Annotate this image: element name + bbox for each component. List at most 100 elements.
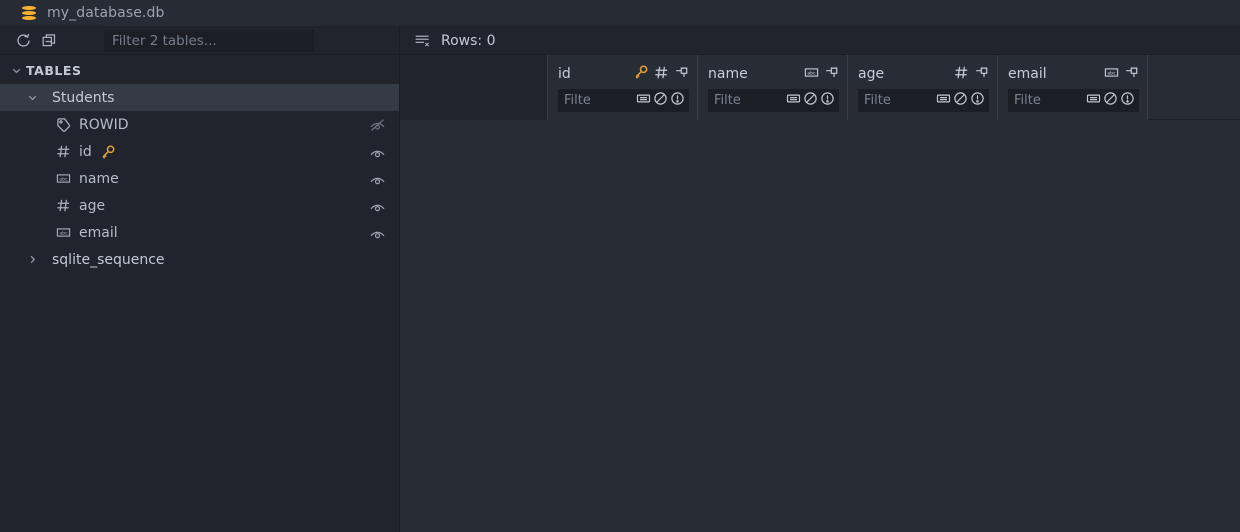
chevron-down-icon[interactable]	[6, 65, 26, 76]
number-hash-icon	[654, 65, 669, 84]
not-allowed-icon[interactable]	[803, 91, 818, 110]
eye-icon[interactable]	[369, 197, 386, 214]
column-name-label: id	[558, 66, 571, 82]
sidebar-toolbar	[0, 27, 399, 55]
database-icon	[22, 5, 36, 21]
window-title: my_database.db	[47, 5, 165, 21]
pin-icon[interactable]	[974, 65, 989, 84]
schema-sidebar: TABLES Students	[0, 27, 400, 532]
clear-rows-icon[interactable]	[414, 32, 431, 49]
grid-header-row: id Filte name abc Filte age Filte email …	[400, 55, 1240, 120]
column-filter-age[interactable]: Filte	[858, 89, 989, 112]
row-number-gutter-header	[400, 55, 548, 120]
rowid-tag-icon	[52, 116, 74, 134]
exclamation-icon[interactable]	[820, 91, 835, 110]
eye-icon[interactable]	[369, 143, 386, 160]
sidebar-item-label: sqlite_sequence	[52, 251, 165, 268]
text-abc-icon: abc	[52, 224, 74, 242]
sidebar-item-sqlite-sequence[interactable]: sqlite_sequence	[0, 246, 399, 273]
key-icon	[100, 144, 116, 160]
row-count-label: Rows: 0	[441, 32, 496, 49]
title-bar: my_database.db	[0, 0, 1240, 27]
svg-text:abc: abc	[807, 70, 816, 76]
number-hash-icon	[954, 65, 969, 84]
table-filter-input[interactable]	[104, 29, 314, 52]
equals-icon[interactable]	[1086, 91, 1101, 110]
filter-placeholder: Filte	[564, 93, 591, 108]
not-allowed-icon[interactable]	[653, 91, 668, 110]
number-hash-icon	[52, 197, 74, 215]
sidebar-column-rowid[interactable]: ROWID	[0, 111, 399, 138]
sidebar-column-age[interactable]: age	[0, 192, 399, 219]
text-abc-icon: abc	[804, 65, 819, 84]
data-grid: id Filte name abc Filte age Filte email …	[400, 55, 1240, 532]
not-allowed-icon[interactable]	[1103, 91, 1118, 110]
exclamation-icon[interactable]	[1120, 91, 1135, 110]
chevron-down-icon[interactable]	[22, 92, 42, 103]
text-abc-icon: abc	[52, 170, 74, 188]
filter-placeholder: Filte	[864, 93, 891, 108]
not-allowed-icon[interactable]	[953, 91, 968, 110]
empty-rows-area	[400, 121, 1240, 532]
text-abc-icon: abc	[1104, 65, 1119, 84]
column-header-top: age	[858, 62, 989, 86]
column-header-top: name abc	[708, 62, 839, 86]
main-body: TABLES Students	[0, 27, 1240, 532]
eye-off-icon[interactable]	[369, 116, 386, 133]
filter-icons	[786, 91, 835, 110]
column-header-id[interactable]: id Filte	[548, 55, 698, 120]
sidebar-column-label: ROWID	[79, 116, 129, 133]
pin-icon[interactable]	[824, 65, 839, 84]
filter-icons	[636, 91, 685, 110]
sidebar-column-label: id	[79, 143, 92, 160]
equals-icon[interactable]	[936, 91, 951, 110]
svg-text:abc: abc	[59, 176, 68, 182]
sidebar-column-label: email	[79, 224, 118, 241]
refresh-button[interactable]	[10, 30, 36, 52]
column-name-label: name	[708, 66, 748, 82]
column-filter-name[interactable]: Filte	[708, 89, 839, 112]
sidebar-item-students[interactable]: Students	[0, 84, 399, 111]
sidebar-column-label: name	[79, 170, 119, 187]
sidebar-group-tables[interactable]: TABLES	[0, 57, 399, 84]
sidebar-column-label: age	[79, 197, 106, 214]
column-header-top: email abc	[1008, 62, 1139, 86]
column-header-age[interactable]: age Filte	[848, 55, 998, 120]
column-header-name[interactable]: name abc Filte	[698, 55, 848, 120]
svg-text:abc: abc	[59, 230, 68, 236]
schema-tree: TABLES Students ROWID id abc name age ab…	[0, 55, 399, 532]
column-header-top: id	[558, 62, 689, 86]
equals-icon[interactable]	[636, 91, 651, 110]
column-name-label: email	[1008, 66, 1047, 82]
filter-placeholder: Filte	[714, 93, 741, 108]
eye-icon[interactable]	[369, 170, 386, 187]
exclamation-icon[interactable]	[670, 91, 685, 110]
key-icon	[633, 64, 649, 84]
column-header-icons	[633, 64, 689, 84]
column-filter-email[interactable]: Filte	[1008, 89, 1139, 112]
column-header-icons: abc	[1104, 65, 1139, 84]
filter-placeholder: Filte	[1014, 93, 1041, 108]
sidebar-column-id[interactable]: id	[0, 138, 399, 165]
equals-icon[interactable]	[786, 91, 801, 110]
column-header-icons	[954, 65, 989, 84]
filter-icons	[936, 91, 985, 110]
eye-icon[interactable]	[369, 224, 386, 241]
sqlite-browser-window: my_database.db Filter 2 tables... TABLES…	[0, 0, 1240, 532]
sidebar-column-name[interactable]: abc name	[0, 165, 399, 192]
chevron-right-icon[interactable]	[22, 254, 42, 265]
column-header-email[interactable]: email abc Filte	[998, 55, 1148, 120]
refresh-icon	[15, 32, 32, 49]
column-header-icons: abc	[804, 65, 839, 84]
sidebar-column-email[interactable]: abc email	[0, 219, 399, 246]
exclamation-icon[interactable]	[970, 91, 985, 110]
collapse-all-button[interactable]	[36, 30, 62, 52]
column-filter-id[interactable]: Filte	[558, 89, 689, 112]
data-grid-panel: Rows: 0 id Filte name abc Filte age Filt…	[400, 27, 1240, 532]
number-hash-icon	[52, 143, 74, 161]
pin-icon[interactable]	[674, 65, 689, 84]
sidebar-item-label: Students	[52, 89, 115, 106]
pin-icon[interactable]	[1124, 65, 1139, 84]
svg-text:abc: abc	[1107, 70, 1116, 76]
column-name-label: age	[858, 66, 885, 82]
